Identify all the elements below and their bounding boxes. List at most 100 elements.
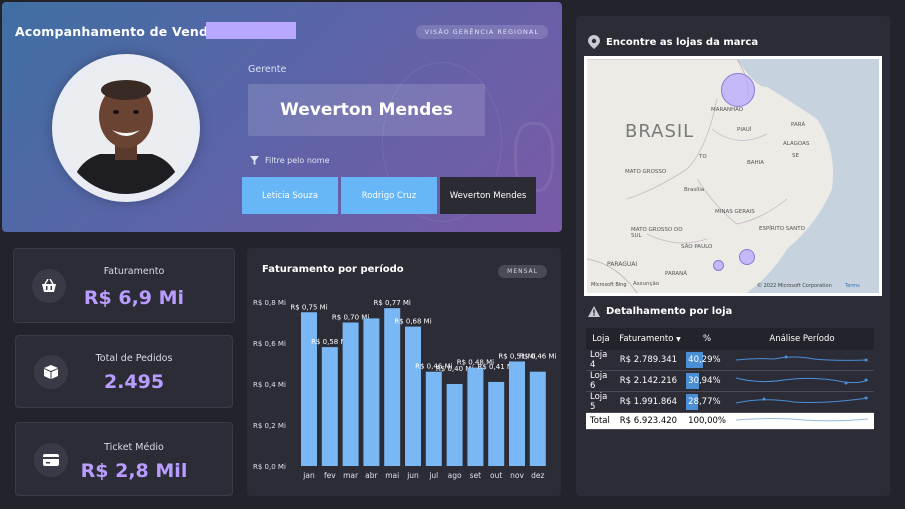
cell-pct: 100,00%: [684, 412, 730, 430]
map-place-label: TO: [699, 154, 707, 160]
map-place-label: MARANHÃO: [711, 107, 744, 113]
x-tick-label: dez: [531, 471, 544, 480]
chart-panel: Faturamento por período MENSAL R$ 0,0 Mi…: [247, 248, 561, 496]
map-place-label: Brasília: [684, 187, 705, 193]
sparkline: [730, 350, 874, 371]
cell-pct: 28,77%: [684, 391, 730, 413]
filter-button-rodrigo[interactable]: Rodrigo Cruz: [341, 177, 437, 214]
table-row[interactable]: Loja 5 R$ 1.991.864 28,77%: [586, 391, 874, 413]
column-header-pct[interactable]: %: [684, 328, 730, 350]
y-tick-label: R$ 0,2 Mi: [253, 422, 286, 430]
column-header-label: Faturamento: [619, 334, 674, 344]
data-label: R$ 0,46 Mi: [519, 353, 556, 361]
bar[interactable]: [488, 381, 505, 466]
pct-text: 30,94%: [688, 376, 721, 386]
kpi-label: Ticket Médio: [104, 442, 164, 453]
bar[interactable]: [446, 384, 463, 466]
period-tag[interactable]: MENSAL: [498, 265, 547, 278]
y-tick-label: R$ 0,0 Mi: [253, 463, 286, 471]
bar[interactable]: [467, 367, 484, 466]
column-header-analise[interactable]: Análise Período: [730, 328, 874, 350]
page-title: Acompanhamento de Vendas: [15, 24, 225, 39]
sparkline: [730, 370, 874, 392]
map-place-label: SÃO PAULO: [681, 244, 713, 250]
bar-chart: R$ 0,0 Mi R$ 0,2 Mi R$ 0,4 Mi R$ 0,6 Mi R$ 0…: [253, 299, 557, 480]
kpi-label: Faturamento: [103, 266, 165, 277]
kpi-faturamento: Faturamento R$ 6,9 Mi: [13, 248, 235, 323]
map-country-label: BRASIL: [625, 121, 695, 142]
store-table: Loja Faturamento ▼ % Análise Período Loj…: [586, 328, 874, 430]
title-highlight-box: [206, 22, 296, 39]
map-attribution: © 2022 Microsoft Corporation: [757, 283, 832, 289]
sort-desc-icon: ▼: [676, 336, 681, 343]
map-bubble-loja[interactable]: [739, 249, 755, 265]
cell-loja: Loja 5: [586, 391, 616, 413]
kpi-value: 2.495: [103, 371, 165, 393]
map-place-label: PIAUÍ: [737, 127, 752, 133]
cell-faturamento: R$ 2.142.216: [615, 370, 685, 392]
kpi-value: R$ 2,8 Mil: [80, 460, 188, 482]
cell-faturamento: R$ 6.923.420: [615, 412, 685, 430]
map-place-label: MATO GROSSO: [625, 169, 667, 175]
x-tick-label: set: [470, 471, 482, 480]
sparkline: [730, 412, 874, 430]
cell-pct: 30,94%: [684, 370, 730, 392]
map-bubble-loja[interactable]: [721, 73, 755, 107]
pct-text: 40,29%: [688, 355, 721, 365]
y-tick-label: R$ 0,8 Mi: [253, 299, 286, 307]
map-logo: Microsoft Bing: [591, 282, 627, 288]
map-bubble-loja[interactable]: [713, 260, 724, 271]
cell-pct: 40,29%: [684, 350, 730, 371]
bar[interactable]: [301, 312, 317, 466]
table-row[interactable]: Loja 6 R$ 2.142.216 30,94%: [586, 370, 874, 392]
detail-title: Detalhamento por loja: [588, 306, 732, 317]
bar[interactable]: [405, 326, 421, 466]
x-tick-label: jan: [302, 471, 315, 480]
bar[interactable]: [321, 347, 338, 466]
bar[interactable]: [342, 322, 359, 467]
manager-label: Gerente: [248, 64, 287, 75]
column-header-faturamento[interactable]: Faturamento ▼: [615, 328, 685, 350]
map-place-label: PARANÁ: [665, 271, 687, 277]
filter-label-text: Filtre pelo nome: [265, 156, 330, 165]
kpi-value: R$ 6,9 Mi: [83, 287, 185, 309]
bar[interactable]: [425, 371, 442, 466]
map-place-label: MINAS GERAIS: [715, 209, 755, 215]
manager-card: Weverton Mendes: [248, 84, 485, 136]
manager-filter: Leticia Souza Rodrigo Cruz Weverton Mend…: [242, 177, 536, 214]
view-tag: VISÃO GERÊNCIA REGIONAL: [415, 25, 548, 39]
map-place-label: SE: [792, 153, 799, 159]
filter-icon: [250, 156, 259, 165]
data-label: R$ 0,75 Mi: [290, 303, 327, 311]
header-panel: Acompanhamento de Vendas VISÃO GERÊNCIA …: [2, 2, 562, 232]
chart-title: Faturamento por período: [262, 264, 404, 275]
store-map[interactable]: BRASIL MARANHÃO PIAUÍ PARÁ BAHIA ALAGOAS…: [587, 59, 879, 293]
map-place-label: Assunção: [633, 281, 660, 287]
pct-text: 28,77%: [688, 397, 721, 407]
cell-loja: Loja 6: [586, 370, 616, 392]
data-label: R$ 0,77 Mi: [374, 299, 411, 307]
filter-button-weverton[interactable]: Weverton Mendes: [440, 177, 536, 214]
filter-button-leticia[interactable]: Leticia Souza: [242, 177, 338, 214]
map-frame: BRASIL MARANHÃO PIAUÍ PARÁ BAHIA ALAGOAS…: [584, 56, 882, 296]
sparkline: [730, 391, 874, 413]
bar[interactable]: [363, 318, 380, 466]
map-place-label: ESPÍRITO SANTO: [759, 226, 805, 232]
cell-loja: Total: [586, 412, 616, 430]
map-terms-link[interactable]: Terms: [845, 283, 860, 289]
y-tick-label: R$ 0,6 Mi: [253, 340, 286, 348]
bar[interactable]: [509, 361, 525, 466]
x-tick-label: ago: [448, 471, 462, 480]
table-row[interactable]: Loja 4 R$ 2.789.341 40,29%: [586, 350, 874, 371]
avatar: [60, 62, 192, 194]
map-place-label: PARAGUAI: [607, 261, 638, 268]
column-header-loja[interactable]: Loja: [586, 328, 616, 350]
location-pin-icon: [588, 35, 600, 49]
x-tick-label: fev: [324, 471, 336, 480]
bar[interactable]: [529, 371, 546, 466]
y-tick-label: R$ 0,4 Mi: [253, 381, 286, 389]
x-tick-label: abr: [365, 471, 378, 480]
x-tick-label: jun: [406, 471, 419, 480]
cell-faturamento: R$ 1.991.864: [615, 391, 685, 413]
bar[interactable]: [384, 308, 401, 466]
